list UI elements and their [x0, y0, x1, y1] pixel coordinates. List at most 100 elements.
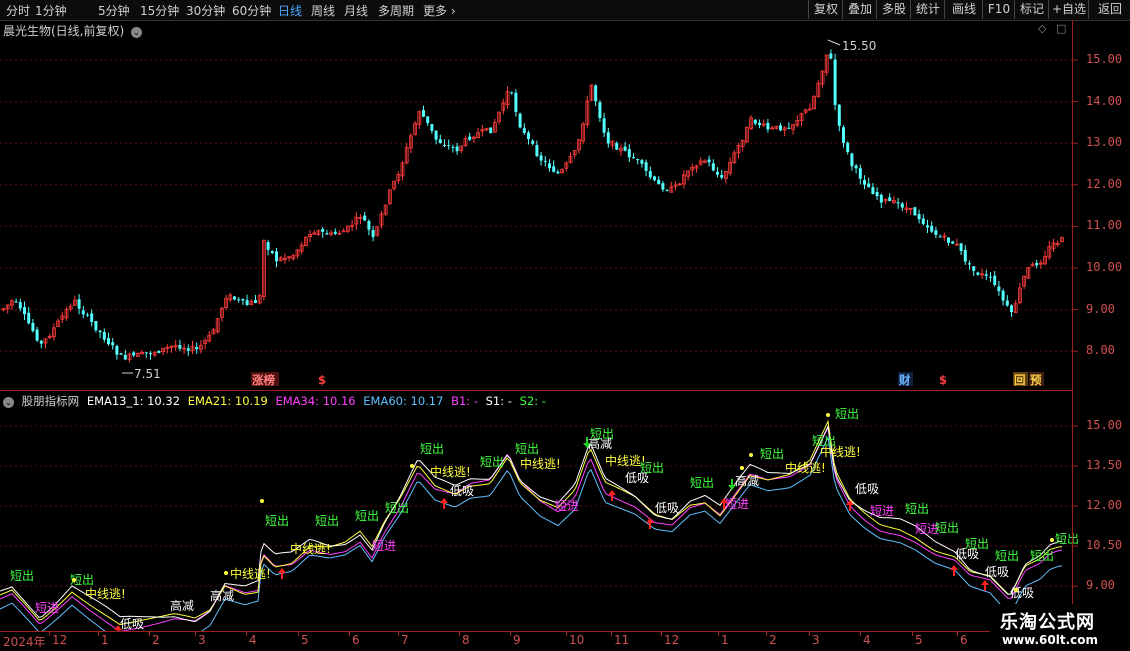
candle-body — [879, 194, 883, 203]
candle-body — [18, 302, 22, 309]
candle-body — [543, 160, 547, 162]
signal-label: 短出 — [265, 514, 289, 528]
main-chart-canvas[interactable]: 15.507.51 涨榜 $ 财 $ 回预短出短进短出中线逃!低吸高减高减中线逃!短出中线… — [0, 0, 1130, 650]
candle-body — [539, 155, 543, 161]
signal-label: 高减 — [210, 588, 234, 603]
buy-arrow-icon — [981, 580, 989, 591]
date-tick — [611, 632, 612, 636]
candle-body — [972, 266, 976, 271]
signal-label: 短进 — [725, 497, 749, 511]
candle-body — [863, 180, 866, 185]
price-tick-label: 11.00 — [1086, 218, 1123, 233]
date-tick — [912, 632, 913, 636]
signal-label: 低吸 — [450, 484, 474, 498]
candle-body — [518, 113, 522, 128]
candle-body — [858, 168, 862, 179]
candle-body — [854, 165, 858, 169]
high-price-label: 15.50 — [842, 39, 876, 53]
signal-label: 低吸 — [855, 482, 879, 496]
signal-label: 短出 — [835, 407, 859, 421]
candle-body — [896, 202, 900, 204]
candle-body — [556, 171, 560, 174]
signal-label: 短出 — [1055, 532, 1079, 546]
candle-body — [111, 342, 115, 346]
indicator-gear-icon[interactable]: ⌄ — [3, 397, 14, 408]
candle-body — [867, 183, 871, 188]
candle-body — [648, 171, 652, 178]
candle-body — [934, 230, 938, 235]
signal-dot — [1050, 538, 1054, 542]
candle-body — [14, 301, 18, 303]
date-tick — [718, 632, 719, 636]
high-pointer — [827, 39, 841, 46]
date-tick-label: 1 — [721, 633, 729, 647]
signal-label: 短出 — [760, 447, 784, 461]
candle-body — [438, 139, 442, 144]
candle-body — [707, 159, 711, 163]
candle-body — [959, 243, 963, 251]
candle-body — [535, 145, 539, 157]
indicator-title: ⌄ 股朋指标网 EMA13_1: 10.32 EMA21: 10.19 EMA3… — [3, 393, 550, 409]
date-tick-label: 2024年 — [3, 635, 46, 649]
ema13-value: EMA13_1: 10.32 — [86, 394, 181, 408]
date-tick — [661, 632, 662, 636]
candle-body — [900, 203, 904, 208]
date-tick — [298, 632, 299, 636]
signal-label: 短出 — [690, 476, 714, 490]
candle-body — [833, 59, 837, 105]
price-tick-label: 10.00 — [1086, 260, 1123, 274]
date-tick — [349, 632, 350, 636]
candle-body — [321, 229, 325, 232]
candle-body — [270, 250, 274, 254]
candle-body — [875, 191, 879, 197]
date-tick — [510, 632, 511, 636]
signal-label: 高减 — [588, 436, 612, 451]
candle-body — [951, 241, 955, 244]
candle-body — [984, 274, 988, 276]
candle-body — [527, 132, 530, 139]
candle-body — [245, 300, 249, 306]
candle-body — [766, 123, 770, 130]
price-tick-label: 8.00 — [1086, 343, 1115, 358]
event-marker: 财 — [898, 373, 911, 387]
signal-label: 中线逃! — [785, 460, 826, 475]
date-tick-label: 5 — [915, 633, 923, 647]
candle-body — [363, 215, 367, 221]
candle-body — [178, 345, 182, 349]
signal-label: 短出 — [905, 502, 929, 516]
signal-label: 低吸 — [1010, 586, 1034, 600]
date-tick-label: 4 — [863, 633, 871, 647]
candle-body — [371, 230, 375, 238]
candle-body — [913, 207, 917, 216]
pane-divider[interactable] — [0, 390, 1072, 391]
event-marker: $ — [939, 373, 947, 387]
price-tick-label: 13.00 — [1086, 135, 1123, 150]
signal-label: 短出 — [10, 569, 34, 583]
candle-body — [552, 166, 556, 172]
candle-body — [115, 346, 119, 355]
candle-body — [430, 124, 434, 131]
candle-body — [86, 314, 89, 316]
signal-label: 短出 — [355, 509, 379, 523]
candle-body — [921, 218, 925, 225]
date-tick — [809, 632, 810, 636]
candle-body — [846, 142, 850, 152]
candle-body — [266, 242, 270, 250]
candle-body — [938, 236, 942, 238]
signal-label: 短出 — [995, 549, 1019, 563]
event-marker: 涨榜 — [252, 373, 275, 387]
candle-body — [186, 348, 190, 351]
signal-label: 短出 — [315, 514, 339, 528]
candle-body — [119, 353, 123, 355]
candle-body — [367, 221, 371, 230]
price-tick-label: 14.00 — [1086, 93, 1123, 108]
signal-label: 中线逃! — [820, 444, 861, 459]
candle-body — [522, 128, 526, 133]
candle-body — [35, 329, 39, 341]
candle-body — [157, 350, 161, 353]
event-marker: $ — [318, 373, 326, 387]
price-tick-label: 15.00 — [1086, 52, 1123, 66]
candle-body — [90, 313, 94, 322]
candle-body — [1010, 305, 1013, 313]
date-tick-label: 10 — [569, 633, 585, 647]
